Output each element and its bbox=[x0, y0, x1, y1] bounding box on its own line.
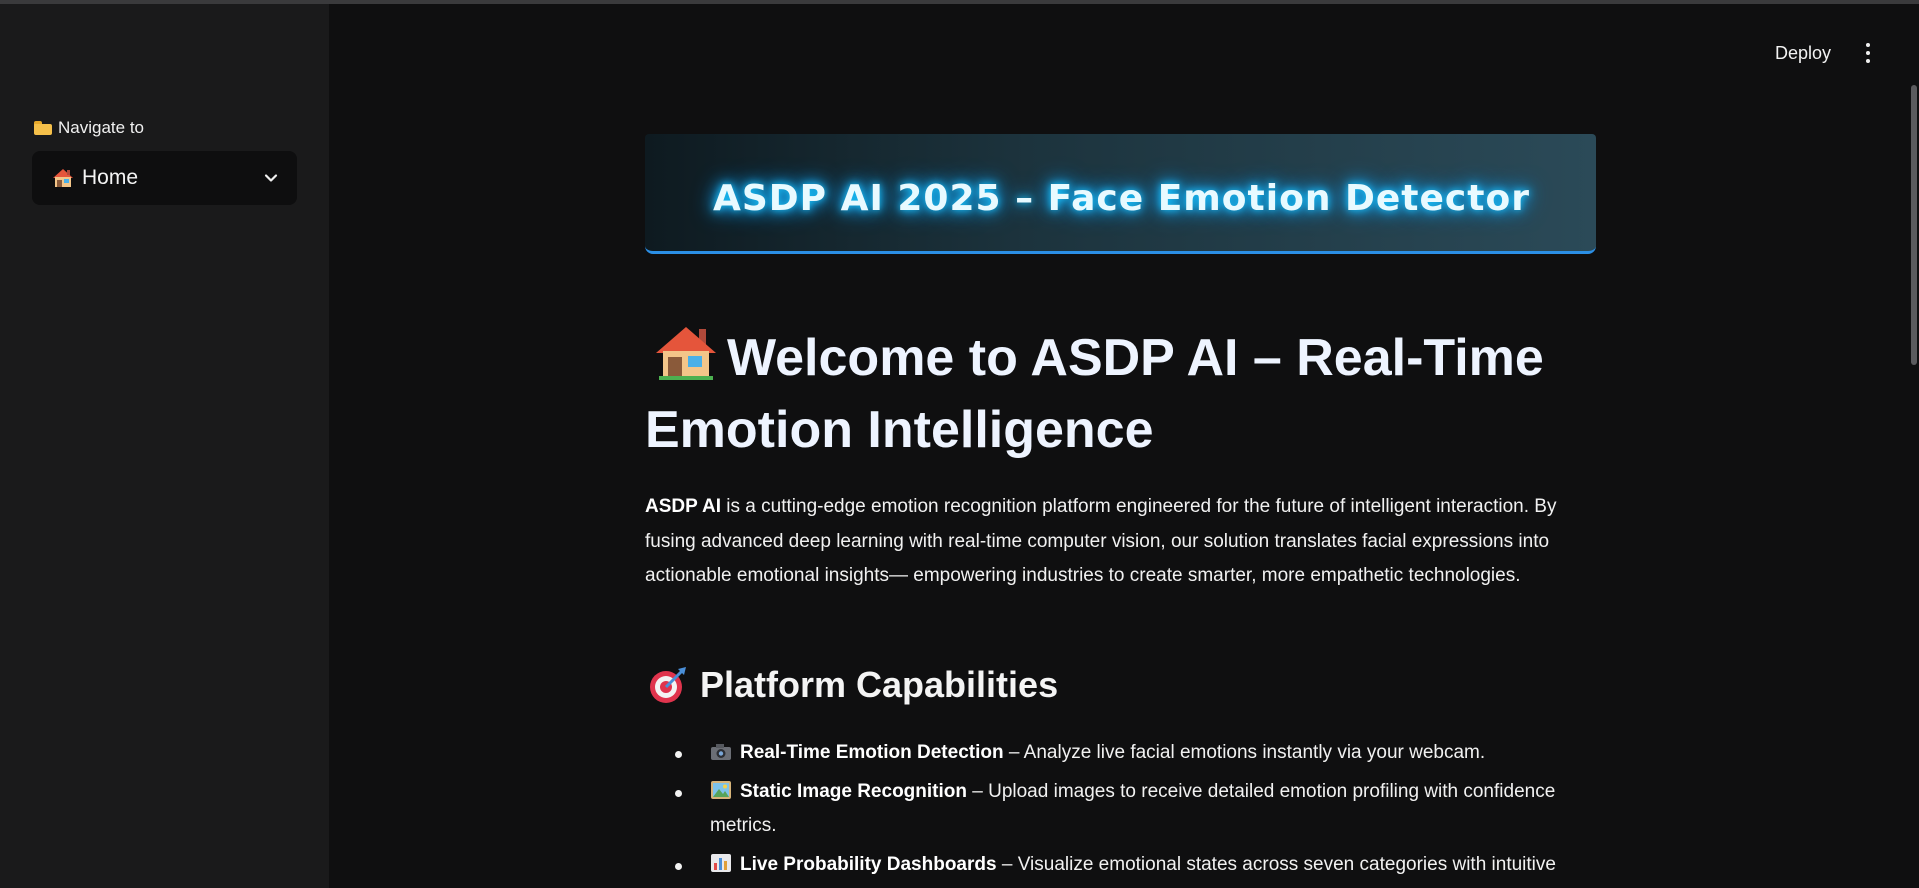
bar-chart-icon bbox=[711, 853, 731, 872]
intro-brand: ASDP AI bbox=[645, 496, 722, 517]
target-icon bbox=[650, 667, 686, 703]
list-item: Live Probability Dashboards – Visualize … bbox=[640, 848, 1600, 883]
list-item: Static Image Recognition – Upload images… bbox=[640, 775, 1600, 844]
page-title: Welcome to ASDP AI – Real-Time Emotion I… bbox=[645, 322, 1605, 466]
intro-paragraph: ASDP AI is a cutting-edge emotion recogn… bbox=[645, 490, 1600, 594]
capability-desc: – Analyze live facial emotions instantly… bbox=[1003, 742, 1486, 763]
capabilities-list: Real-Time Emotion Detection – Analyze li… bbox=[640, 736, 1600, 886]
capability-title: Real-Time Emotion Detection bbox=[740, 742, 1004, 763]
deploy-button[interactable]: Deploy bbox=[1760, 38, 1846, 68]
capability-desc: – Visualize emotional states across seve… bbox=[996, 853, 1556, 875]
folder-icon bbox=[34, 121, 52, 135]
capabilities-heading-text: Platform Capabilities bbox=[700, 664, 1059, 705]
picture-icon bbox=[711, 780, 731, 799]
camera-icon bbox=[711, 744, 731, 760]
house-icon bbox=[53, 169, 73, 187]
scrollbar[interactable] bbox=[1911, 85, 1917, 365]
selected-page-label: Home bbox=[82, 166, 139, 189]
kebab-menu-icon[interactable] bbox=[1857, 38, 1879, 68]
sidebar: Navigate to Home bbox=[0, 4, 329, 888]
nav-label: Navigate to bbox=[34, 118, 144, 138]
page-title-text: Welcome to ASDP AI – Real-Time Emotion I… bbox=[645, 329, 1544, 459]
page-select[interactable]: Home bbox=[32, 151, 297, 205]
list-item: Real-Time Emotion Detection – Analyze li… bbox=[640, 736, 1600, 771]
house-icon bbox=[656, 327, 716, 380]
intro-text: is a cutting-edge emotion recognition pl… bbox=[645, 496, 1557, 586]
banner-title: ASDP AI 2025 – Face Emotion Detector bbox=[713, 178, 1530, 219]
capability-title: Static Image Recognition bbox=[740, 780, 967, 802]
nav-label-text: Navigate to bbox=[58, 118, 144, 137]
capabilities-heading: Platform Capabilities bbox=[648, 664, 1058, 706]
app-banner: ASDP AI 2025 – Face Emotion Detector bbox=[645, 134, 1596, 254]
chevron-down-icon bbox=[264, 174, 278, 182]
capability-title: Live Probability Dashboards bbox=[740, 853, 997, 875]
